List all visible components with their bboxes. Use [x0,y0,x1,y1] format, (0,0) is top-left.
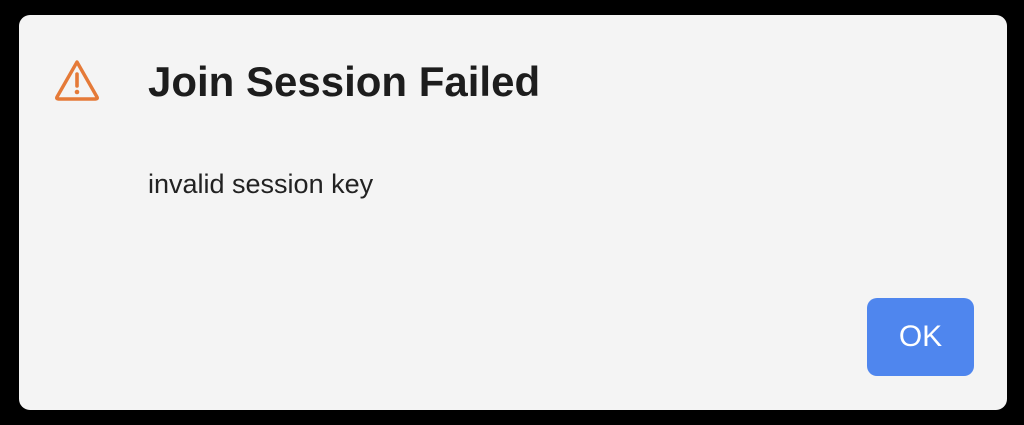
dialog-message: invalid session key [148,169,374,199]
dialog-title: Join Session Failed [148,58,541,105]
warning-triangle-icon [54,58,100,102]
ok-button[interactable]: OK [867,298,974,376]
error-dialog: Join Session Failed invalid session key … [19,15,1007,410]
